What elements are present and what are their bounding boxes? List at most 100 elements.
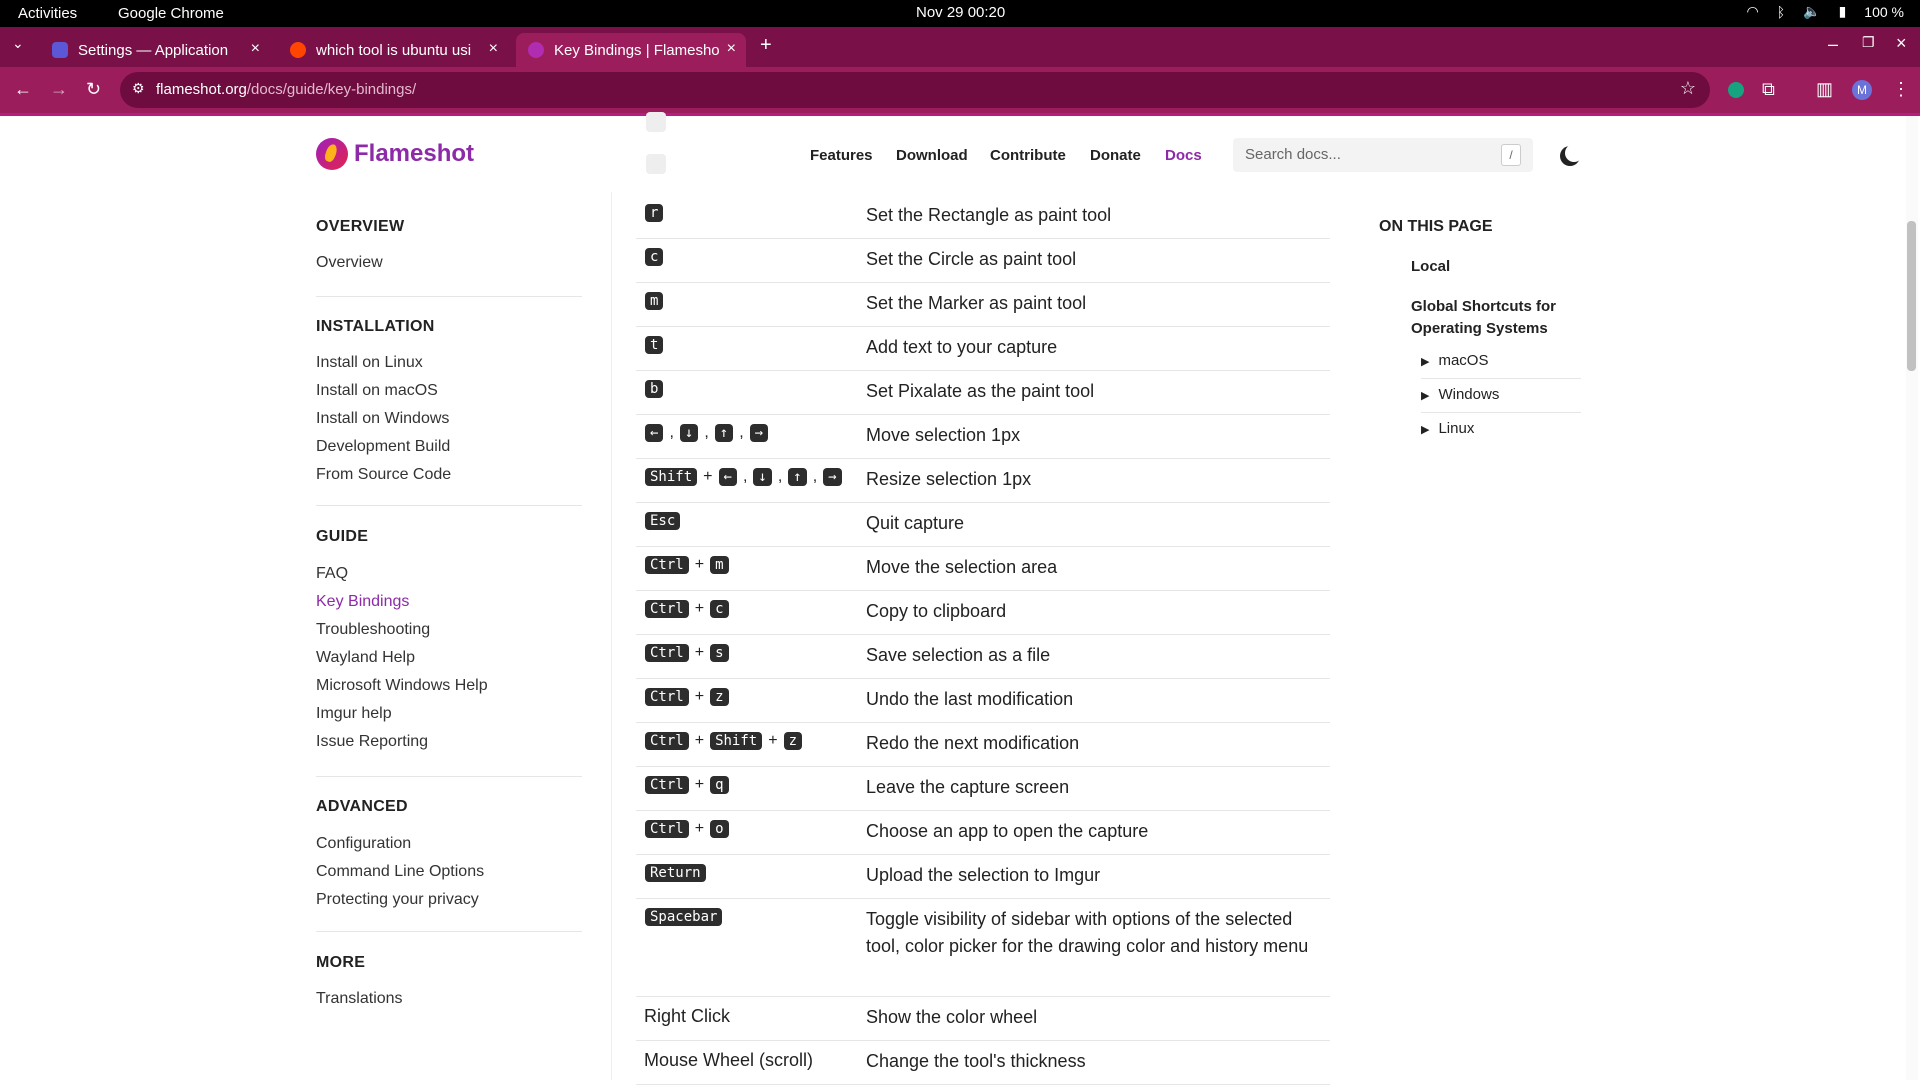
toc-subitem-macos[interactable]: macOS — [1421, 352, 1488, 369]
toc-subitem-linux[interactable]: Linux — [1421, 420, 1474, 437]
binding-description: Choose an app to open the capture — [866, 821, 1149, 841]
table-row: Mouse Wheel (scroll) Change the tool's th… — [636, 1040, 1330, 1085]
side-panel-icon[interactable]: ▥ — [1816, 79, 1833, 100]
divider — [1421, 378, 1581, 379]
table-row: Ctrl + o Choose an app to open the capture — [636, 810, 1330, 855]
sidebar-item-troubleshooting[interactable]: Troubleshooting — [316, 621, 430, 639]
sidebar-section-title: MORE — [316, 954, 366, 971]
tab-search-icon[interactable]: ⌄ — [12, 35, 24, 52]
sidebar-item-issue-reporting[interactable]: Issue Reporting — [316, 733, 428, 751]
key-combo: Spacebar — [644, 908, 723, 926]
search-input[interactable]: Search docs... / — [1233, 138, 1533, 172]
new-tab-icon[interactable]: + — [760, 34, 772, 57]
nav-contribute[interactable]: Contribute — [990, 147, 1066, 164]
table-row: Shift + ←, ↓, ↑, → Resize selection 1px — [636, 458, 1330, 503]
tab-reddit[interactable]: which tool is ubuntu usi × — [278, 33, 508, 67]
nav-download[interactable]: Download — [896, 147, 968, 164]
sidebar-item-overview[interactable]: Overview — [316, 254, 383, 272]
app-menu[interactable]: Google Chrome — [118, 5, 224, 22]
table-row: t Add text to your capture — [636, 326, 1330, 371]
toc-item-local[interactable]: Local — [1411, 256, 1591, 278]
key-combo: Ctrl + m — [644, 556, 730, 574]
sidebar-item-install-windows[interactable]: Install on Windows — [316, 410, 449, 428]
profile-avatar[interactable]: M — [1852, 80, 1872, 100]
wifi-icon: ◠ — [1746, 3, 1759, 19]
sidebar-item-development-build[interactable]: Development Build — [316, 438, 450, 456]
minimize-icon[interactable]: – — [1828, 34, 1838, 55]
site-info-icon[interactable]: ⚙ — [132, 80, 145, 97]
table-row: r Set the Rectangle as paint tool — [636, 194, 1330, 239]
page-scrollbar[interactable] — [1906, 116, 1918, 1080]
binding-description: Set the Circle as paint tool — [866, 249, 1077, 269]
extensions-puzzle-icon[interactable]: ⧉ — [1762, 79, 1775, 100]
close-icon[interactable]: × — [489, 40, 498, 58]
table-row: Ctrl + Shift + z Redo the next modification — [636, 722, 1330, 767]
divider — [611, 192, 612, 1080]
sidebar-section-title: OVERVIEW — [316, 218, 405, 235]
toc-item-global-shortcuts[interactable]: Global Shortcuts for Operating Systems — [1411, 296, 1591, 340]
key-combo: t — [644, 336, 664, 354]
sidebar-item-wayland-help[interactable]: Wayland Help — [316, 649, 415, 667]
key-combo: ←, ↓, ↑, → — [644, 424, 769, 442]
reload-icon[interactable]: ↻ — [86, 79, 101, 100]
close-window-icon[interactable]: × — [1896, 33, 1907, 54]
close-icon[interactable]: × — [251, 40, 260, 58]
key-separator: , — [812, 468, 818, 485]
toc-subitem-windows[interactable]: Windows — [1421, 386, 1499, 403]
binding-description: Leave the capture screen — [866, 777, 1070, 797]
key-separator: , — [704, 424, 709, 441]
sidebar-item-from-source[interactable]: From Source Code — [316, 466, 451, 484]
key-combo: Mouse Wheel (scroll) — [644, 1050, 813, 1071]
key-separator: + — [694, 732, 705, 749]
tab-key-bindings[interactable]: Key Bindings | Flamesho × — [516, 33, 746, 67]
sidebar-item-configuration[interactable]: Configuration — [316, 835, 411, 853]
sidebar-item-key-bindings[interactable]: Key Bindings — [316, 593, 409, 611]
bookmark-star-icon[interactable]: ☆ — [1680, 78, 1696, 99]
back-icon[interactable]: ← — [14, 79, 32, 100]
key-badge-partial — [646, 154, 666, 174]
binding-description: Upload the selection to Imgur — [866, 865, 1101, 885]
restore-icon[interactable]: ❐ — [1862, 34, 1875, 51]
nav-donate[interactable]: Donate — [1090, 147, 1141, 164]
key-badge: q — [710, 776, 729, 794]
scrollbar-thumb[interactable] — [1907, 221, 1916, 371]
divider — [316, 776, 582, 777]
dark-mode-toggle-icon[interactable] — [1565, 144, 1583, 162]
close-icon[interactable]: × — [727, 40, 736, 58]
menu-kebab-icon[interactable]: ⋮ — [1892, 79, 1910, 100]
key-badge: z — [710, 688, 729, 706]
tab-settings[interactable]: Settings — Application × — [40, 33, 270, 67]
sidebar-section-title: INSTALLATION — [316, 318, 435, 335]
sidebar-item-command-line[interactable]: Command Line Options — [316, 863, 484, 881]
key-badge: m — [645, 292, 664, 310]
table-row: Spacebar Toggle visibility of sidebar wit… — [636, 898, 1330, 997]
sidebar-item-privacy[interactable]: Protecting your privacy — [316, 891, 479, 909]
url-path: /docs/guide/key-bindings/ — [246, 81, 417, 98]
table-row: c Set the Circle as paint tool — [636, 238, 1330, 283]
key-separator: + — [694, 600, 705, 617]
activities-button[interactable]: Activities — [18, 5, 77, 22]
sidebar-item-translations[interactable]: Translations — [316, 990, 403, 1008]
key-combo: Ctrl + q — [644, 776, 730, 794]
input-name: Mouse Wheel (scroll) — [644, 1050, 814, 1070]
sidebar-item-imgur-help[interactable]: Imgur help — [316, 705, 392, 723]
sidebar-item-faq[interactable]: FAQ — [316, 565, 348, 583]
page-content: Flameshot Features Download Contribute D… — [0, 112, 1920, 1085]
clock[interactable]: Nov 29 00:20 — [916, 4, 1005, 21]
system-tray[interactable]: ◠ ᛒ 🔈 ▮ 100 % — [1747, 3, 1904, 20]
table-row: Ctrl + c Copy to clipboard — [636, 590, 1330, 635]
search-placeholder: Search docs... — [1245, 146, 1341, 163]
sidebar-item-install-macos[interactable]: Install on macOS — [316, 382, 438, 400]
nav-features[interactable]: Features — [810, 147, 873, 164]
sidebar-item-install-linux[interactable]: Install on Linux — [316, 354, 423, 372]
key-combo: Ctrl + Shift + z — [644, 732, 803, 750]
forward-icon[interactable]: → — [50, 79, 68, 100]
nav-docs[interactable]: Docs — [1165, 147, 1202, 164]
key-combo: b — [644, 380, 664, 398]
key-badge: ← — [718, 468, 737, 486]
address-bar[interactable]: ⚙ flameshot.org/docs/guide/key-bindings/… — [120, 72, 1710, 108]
key-badge: Ctrl — [645, 732, 689, 750]
system-top-bar: Activities Google Chrome Nov 29 00:20 ◠ … — [0, 0, 1920, 27]
extension-icon[interactable] — [1728, 82, 1744, 98]
sidebar-item-windows-help[interactable]: Microsoft Windows Help — [316, 677, 488, 695]
